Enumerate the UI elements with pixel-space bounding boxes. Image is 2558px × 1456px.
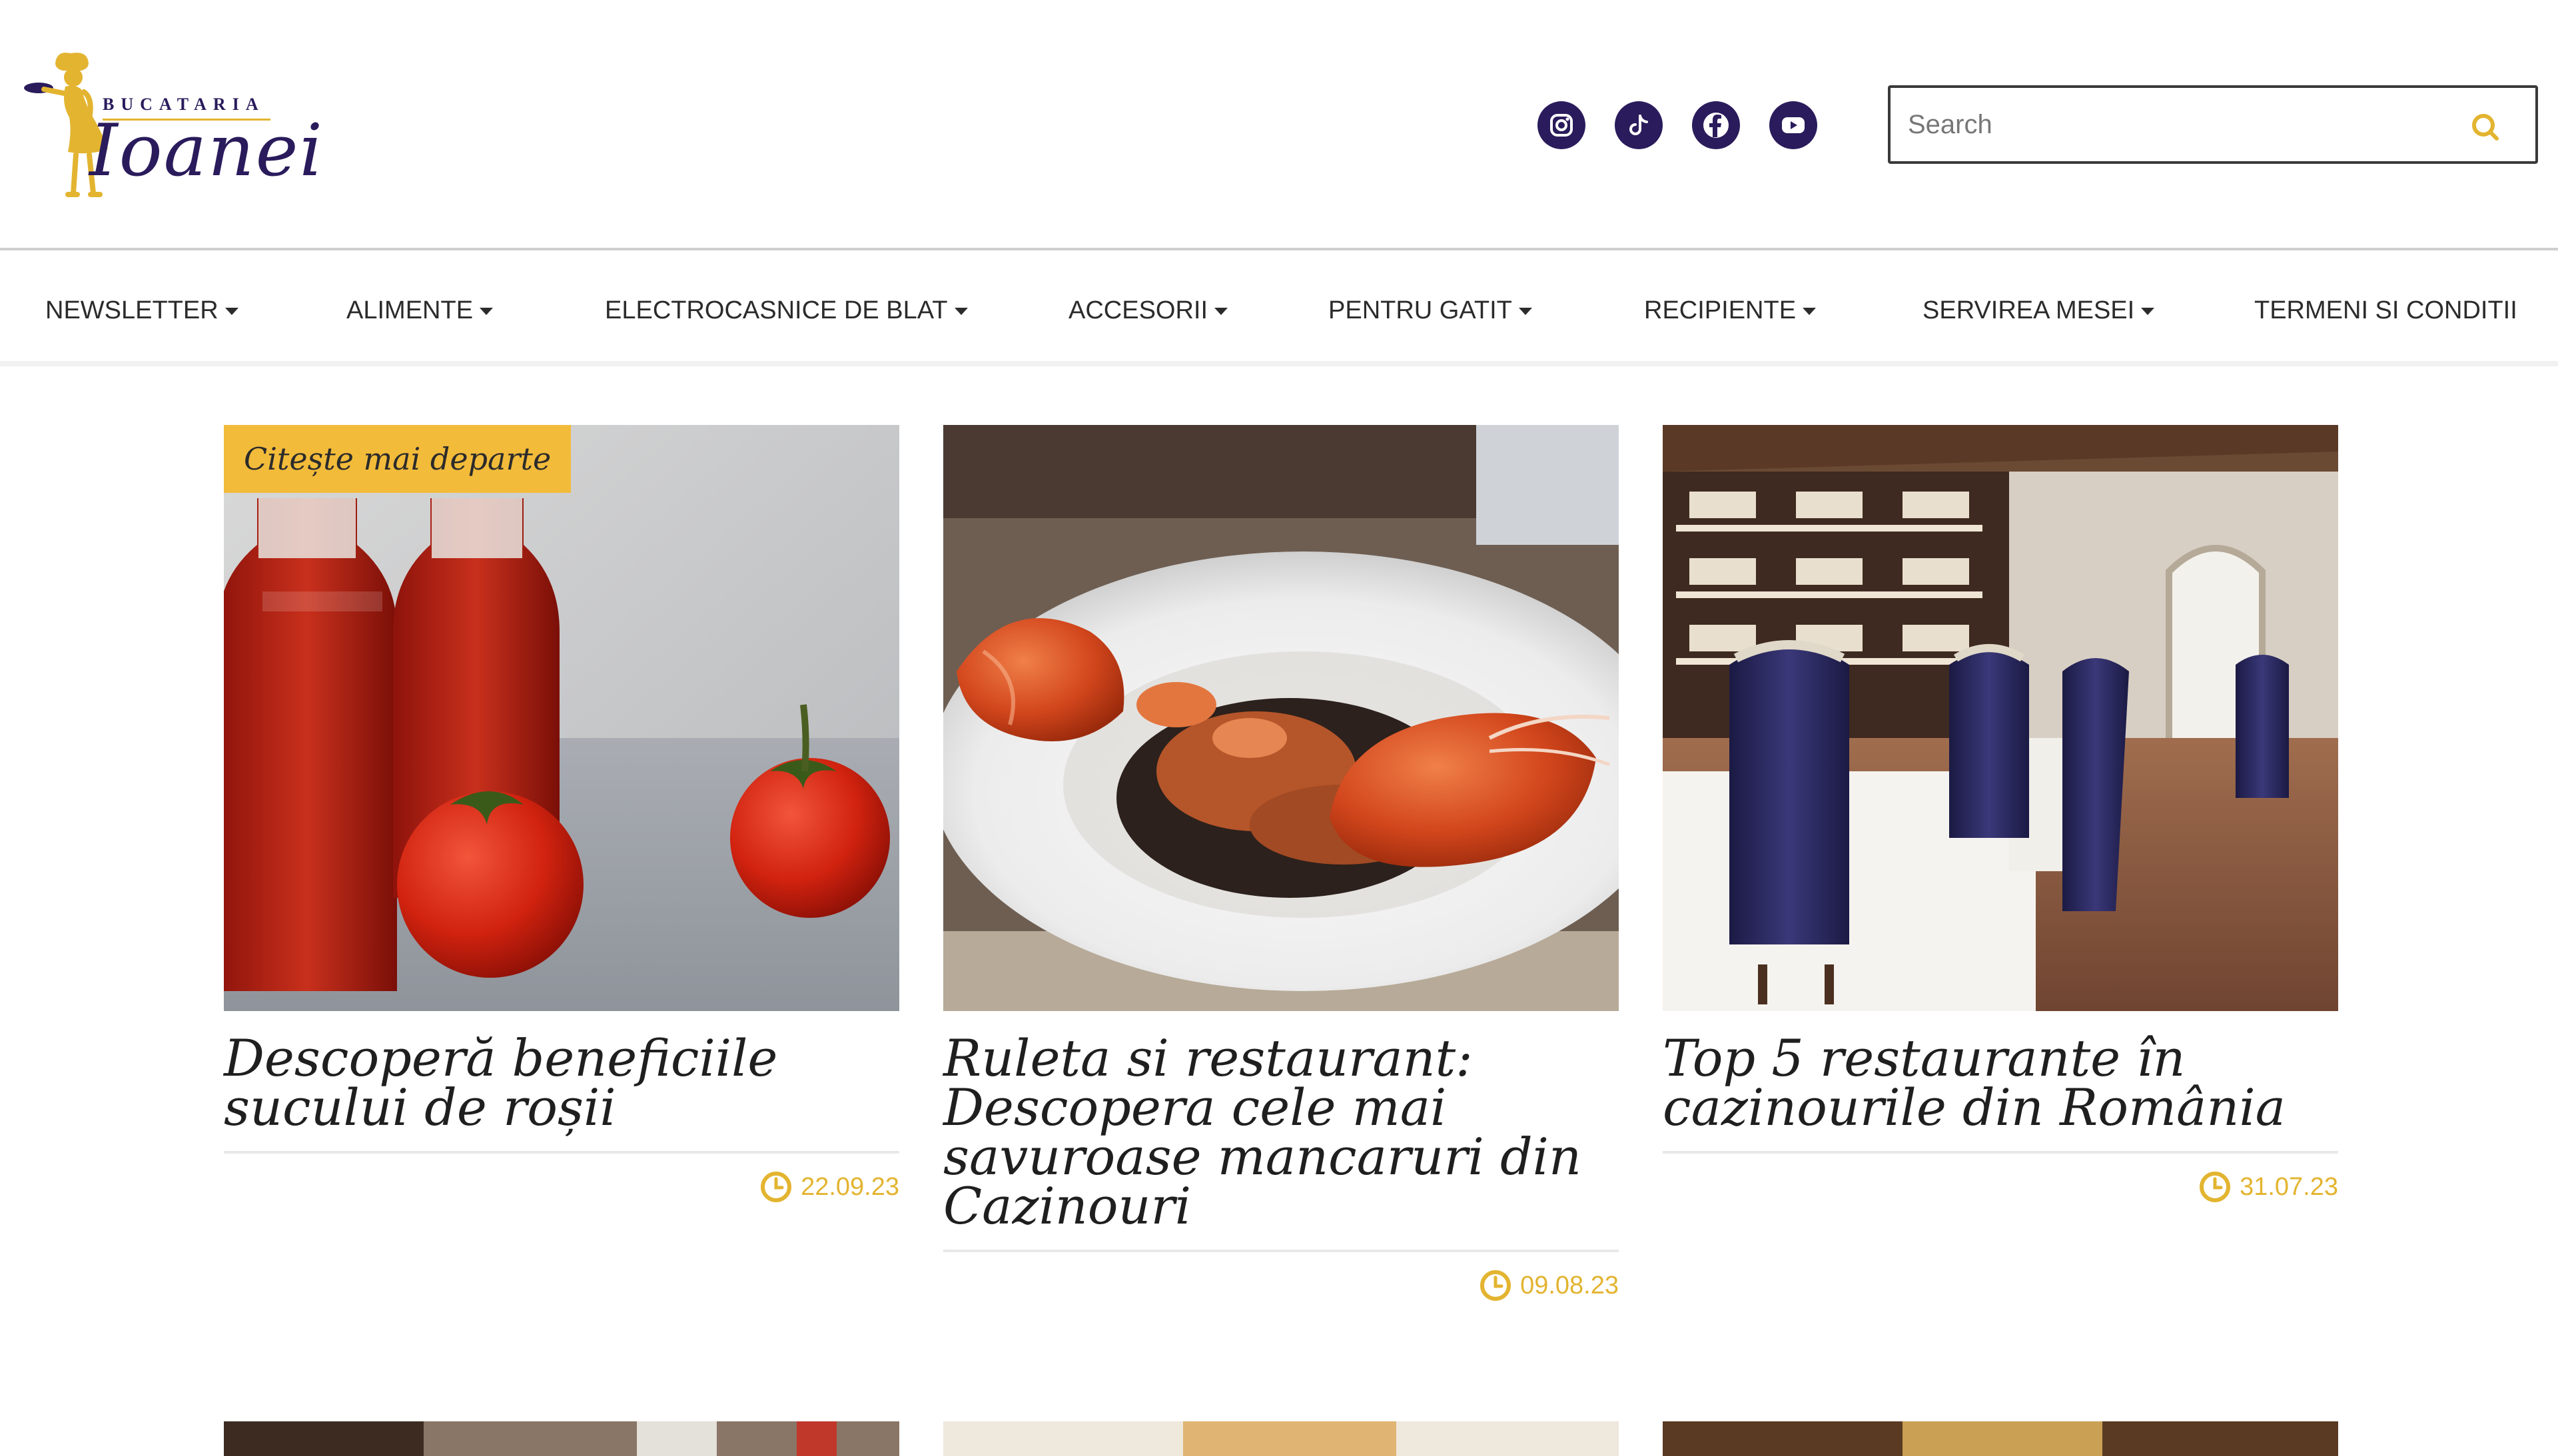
read-more-ribbon[interactable]: Citește mai departe xyxy=(224,425,572,493)
divider xyxy=(224,1151,899,1154)
clock-icon xyxy=(2200,1172,2231,1202)
search-icon xyxy=(2472,114,2499,141)
kitchen-image-partial xyxy=(224,1421,899,1456)
search-box xyxy=(1888,85,2538,164)
divider xyxy=(943,1250,1619,1252)
nav-item-label: PENTRU GATIT xyxy=(1328,296,1512,324)
tiktok-icon xyxy=(1629,115,1648,135)
tomato-juice-image xyxy=(224,425,899,1011)
caret-down-icon xyxy=(1518,307,1532,315)
youtube-link[interactable] xyxy=(1769,101,1817,149)
caret-down-icon xyxy=(224,307,238,315)
article-date-text: 31.07.23 xyxy=(2240,1172,2338,1201)
nav-item-label: ALIMENTE xyxy=(346,296,474,324)
article-date-text: 09.08.23 xyxy=(1520,1271,1619,1299)
article-card[interactable]: Ruleta si restaurant: Descopera cele mai… xyxy=(943,425,1619,1304)
main-nav: NEWSLETTER ALIMENTE ELECTROCASNICE DE BL… xyxy=(0,248,2558,366)
social-links xyxy=(1537,101,1817,149)
article-image-partial[interactable] xyxy=(943,1421,1619,1456)
site-header: BUCATARIA Ioanei xyxy=(0,0,2558,248)
article-card[interactable]: Top 5 restaurante în cazinourile din Rom… xyxy=(1663,425,2338,1206)
caret-down-icon xyxy=(1214,307,1228,315)
article-date-text: 22.09.23 xyxy=(801,1172,899,1201)
nav-item-electrocasnice[interactable]: ELECTROCASNICE DE BLAT xyxy=(605,290,968,330)
nav-item-accesorii[interactable]: ACCESORII xyxy=(1068,290,1228,330)
facebook-link[interactable] xyxy=(1692,101,1740,149)
tiktok-link[interactable] xyxy=(1615,101,1663,149)
nav-item-alimente[interactable]: ALIMENTE xyxy=(346,290,494,330)
article-date: 22.09.23 xyxy=(224,1168,899,1206)
divider xyxy=(1663,1151,2338,1154)
article-image-tomato-juice[interactable]: Citește mai departe xyxy=(224,425,899,1011)
article-title[interactable]: Ruleta si restaurant: Descopera cele mai… xyxy=(943,1033,1619,1232)
youtube-icon xyxy=(1782,117,1805,133)
caret-down-icon xyxy=(954,307,968,315)
nav-item-label: NEWSLETTER xyxy=(45,296,218,324)
nav-item-label: SERVIREA MESEI xyxy=(1922,296,2135,324)
caret-down-icon xyxy=(480,307,494,315)
clock-icon xyxy=(1480,1270,1511,1301)
instagram-link[interactable] xyxy=(1537,101,1585,149)
lobster-pasta-image xyxy=(943,425,1619,1011)
nav-item-servirea-mesei[interactable]: SERVIREA MESEI xyxy=(1922,290,2155,330)
search-input[interactable] xyxy=(1908,101,2454,148)
article-title[interactable]: Top 5 restaurante în cazinourile din Rom… xyxy=(1663,1033,2338,1133)
caret-down-icon xyxy=(1803,307,1817,315)
nav-item-newsletter[interactable]: NEWSLETTER xyxy=(45,290,238,330)
nav-item-termeni-si-conditii[interactable]: TERMENI SI CONDITII xyxy=(2254,290,2517,330)
nav-item-recipiente[interactable]: RECIPIENTE xyxy=(1644,290,1817,330)
nav-item-label: TERMENI SI CONDITII xyxy=(2254,296,2517,324)
nav-item-label: ACCESORII xyxy=(1068,296,1208,324)
casino-restaurant-image xyxy=(1663,425,2338,1011)
instagram-icon xyxy=(1550,114,1573,137)
article-image-lobster-plate[interactable] xyxy=(943,425,1619,1011)
food-image-partial xyxy=(943,1421,1619,1456)
clock-icon xyxy=(761,1172,792,1202)
article-title[interactable]: Descoperă beneficiile sucului de roșii xyxy=(224,1033,899,1133)
article-image-partial[interactable] xyxy=(1663,1421,2338,1456)
nav-item-label: RECIPIENTE xyxy=(1644,296,1797,324)
article-image-casino-restaurant[interactable] xyxy=(1663,425,2338,1011)
article-date: 09.08.23 xyxy=(943,1267,1619,1304)
nav-item-pentru-gatit[interactable]: PENTRU GATIT xyxy=(1328,290,1532,330)
facebook-icon xyxy=(1703,113,1729,138)
casino-image-partial xyxy=(1663,1421,2338,1456)
article-card[interactable]: Citește mai departe Descoperă beneficiil… xyxy=(224,425,899,1206)
caret-down-icon xyxy=(2141,307,2155,315)
article-date: 31.07.23 xyxy=(1663,1168,2338,1206)
search-button[interactable] xyxy=(2469,111,2502,144)
article-image-partial[interactable] xyxy=(224,1421,899,1456)
site-logo[interactable]: BUCATARIA Ioanei xyxy=(24,45,322,205)
logo-script-word: Ioanei xyxy=(89,109,324,192)
nav-item-label: ELECTROCASNICE DE BLAT xyxy=(605,296,948,324)
